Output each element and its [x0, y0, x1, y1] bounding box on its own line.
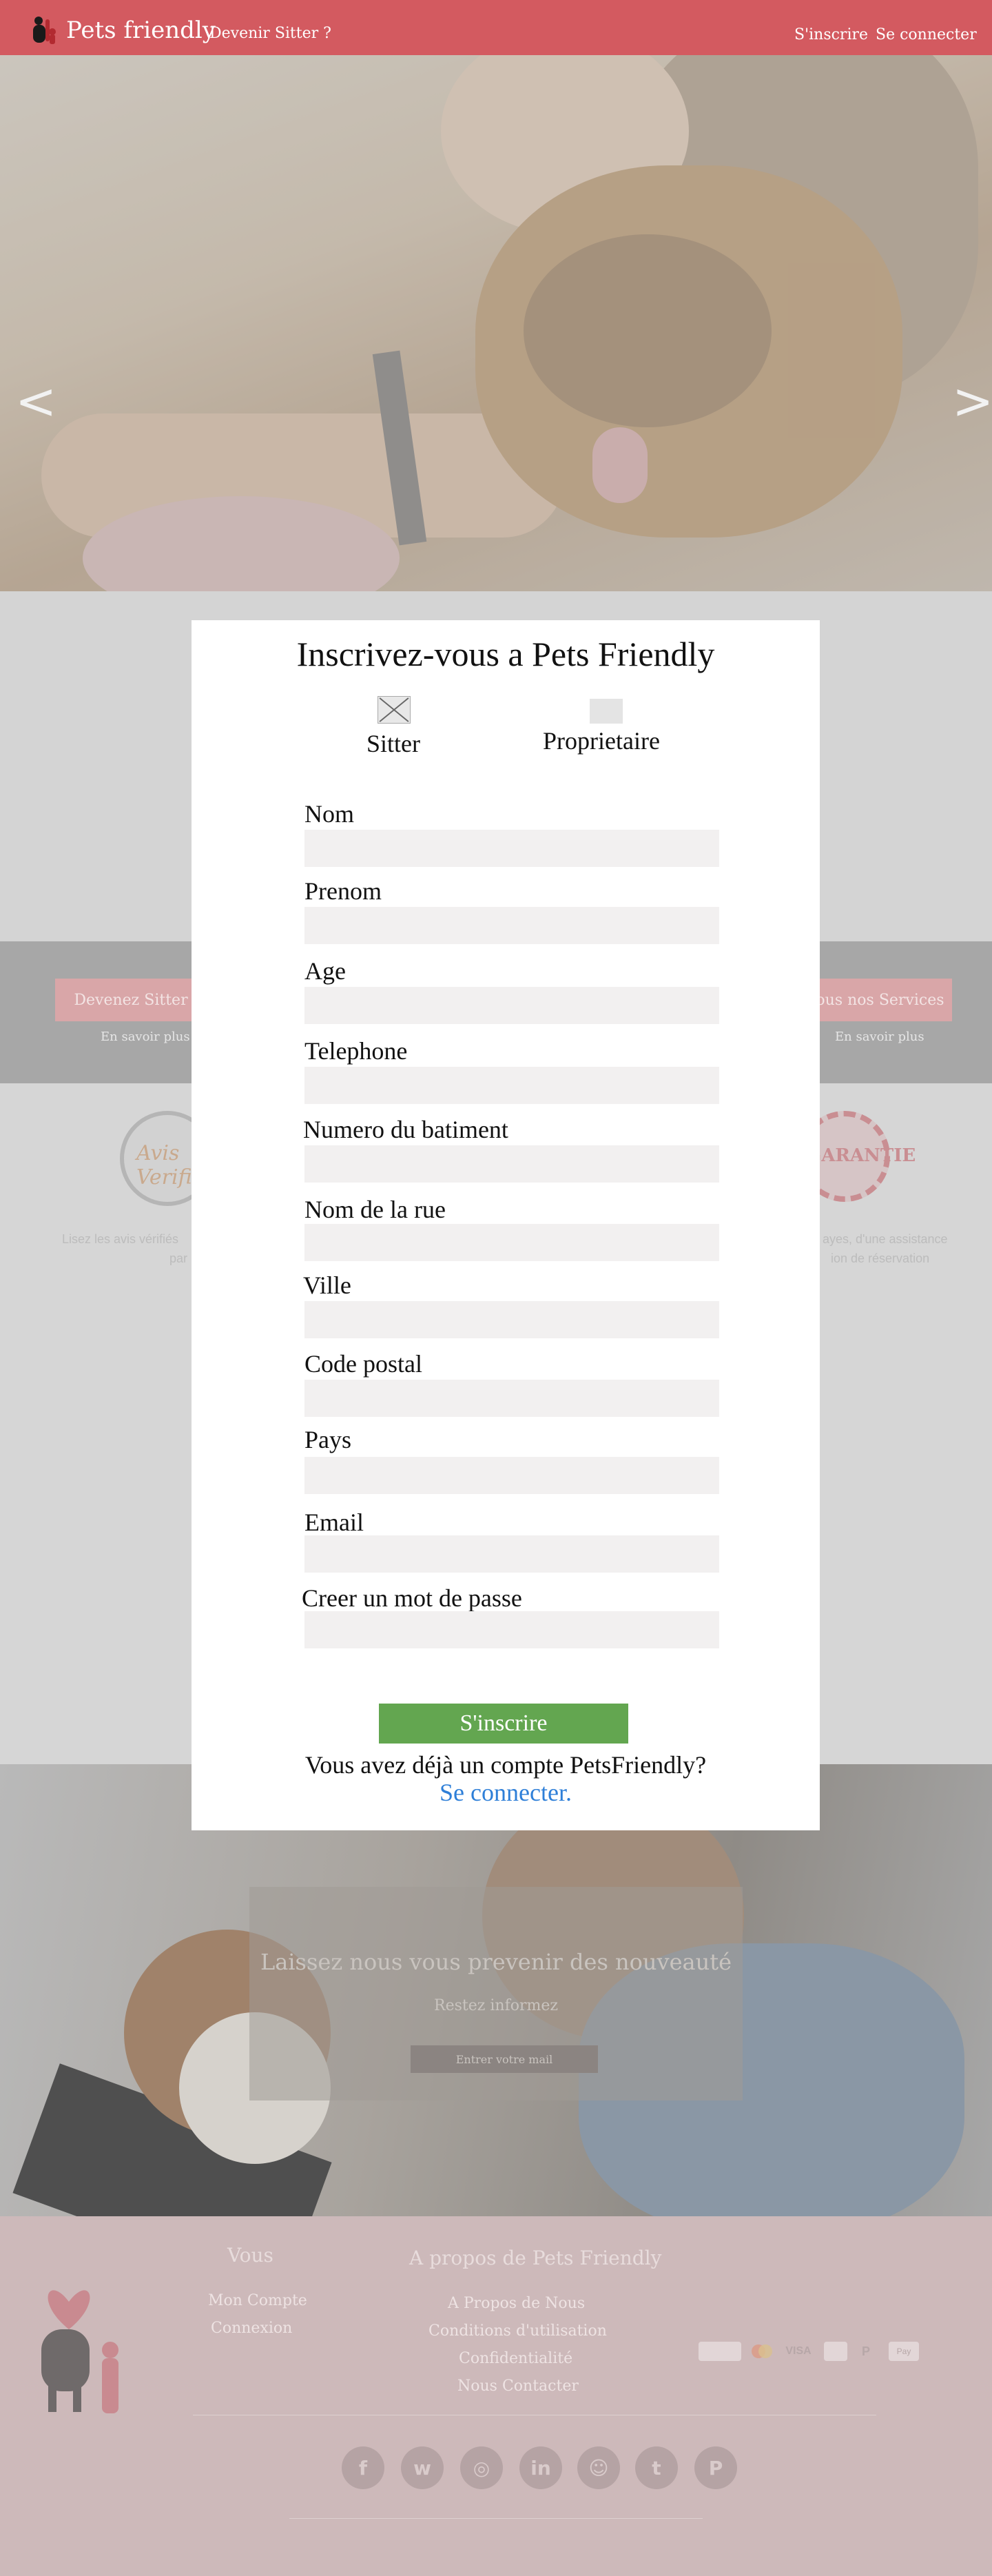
sitter-checkbox[interactable]	[378, 696, 411, 724]
newsletter-email-input[interactable]: Entrer votre mail	[411, 2045, 598, 2073]
signup-link[interactable]: S'inscrire	[794, 26, 868, 43]
email-label: Email	[304, 1509, 364, 1536]
signup-modal: Inscrivez-vous a Pets Friendly Sitter Pr…	[192, 620, 820, 1830]
password-input[interactable]	[304, 1611, 719, 1648]
become-sitter-button[interactable]: Devenez Sitter	[55, 979, 207, 1021]
footer	[0, 2216, 992, 2576]
visa-icon: VISA	[785, 2345, 812, 2357]
owner-checkbox[interactable]	[590, 699, 623, 724]
email-input[interactable]	[304, 1535, 719, 1573]
footer-link-privacy[interactable]: Confidentialité	[459, 2350, 572, 2367]
age-label: Age	[304, 957, 346, 985]
footer-link-about[interactable]: A Propos de Nous	[448, 2295, 585, 2312]
newsletter-subtitle: Restez informez	[434, 1997, 558, 2014]
mastercard-icon	[748, 2342, 776, 2361]
carousel-prev-arrow[interactable]: <	[15, 372, 56, 430]
telephone-input[interactable]	[304, 1067, 719, 1104]
reviews-text-line-2: par	[169, 1251, 188, 1265]
city-input[interactable]	[304, 1301, 719, 1338]
footer-link-contact[interactable]: Nous Contacter	[457, 2378, 579, 2395]
paypal-icon: P	[861, 2344, 870, 2358]
apple-pay-icon: Pay	[889, 2342, 919, 2361]
street-input[interactable]	[304, 1224, 719, 1261]
footer-about-title: A propos de Pets Friendly	[409, 2247, 662, 2269]
linkedin-icon[interactable]: in	[519, 2446, 562, 2489]
hero-overlay	[0, 55, 992, 591]
age-input[interactable]	[304, 987, 719, 1024]
country-input[interactable]	[304, 1457, 719, 1494]
reviews-text-line-1: Lisez les avis vérifiés	[62, 1232, 179, 1246]
nom-input[interactable]	[304, 830, 719, 867]
services-more-link[interactable]: En savoir plus	[835, 1030, 924, 1044]
checked-cross-icon	[379, 697, 409, 722]
guarantee-text-line-1: ayes, d'une assistance	[823, 1232, 948, 1246]
snapchat-icon[interactable]: ☺	[577, 2446, 620, 2489]
carousel-next-arrow[interactable]: >	[952, 372, 992, 430]
whatsapp-icon[interactable]: w	[401, 2446, 444, 2489]
footer-link-terms[interactable]: Conditions d'utilisation	[428, 2322, 607, 2340]
paypal-card-icon	[699, 2342, 741, 2361]
footer-divider-bottom	[289, 2518, 703, 2519]
guarantee-text-line-2: ion de réservation	[831, 1251, 930, 1265]
instagram-icon[interactable]: ◎	[460, 2446, 503, 2489]
password-label: Creer un mot de passe	[302, 1584, 522, 1612]
telephone-label: Telephone	[304, 1037, 408, 1065]
pinterest-icon[interactable]: P	[694, 2446, 737, 2489]
facebook-icon[interactable]: f	[342, 2446, 384, 2489]
become-sitter-more-link[interactable]: En savoir plus	[101, 1030, 190, 1044]
modal-title: Inscrivez-vous a Pets Friendly	[296, 635, 715, 673]
footer-link-my-account[interactable]: Mon Compte	[208, 2292, 307, 2309]
modal-login-link[interactable]: Se connecter.	[192, 1778, 820, 1807]
login-link[interactable]: Se connecter	[876, 26, 977, 43]
building-number-label: Numero du batiment	[303, 1116, 508, 1143]
signup-submit-button[interactable]: S'inscrire	[379, 1704, 628, 1744]
services-button[interactable]: Tous nos Services	[799, 979, 952, 1021]
footer-you-title: Vous	[227, 2244, 273, 2267]
country-label: Pays	[304, 1426, 352, 1453]
owner-label[interactable]: Proprietaire	[543, 726, 660, 755]
newsletter-title: Laissez nous vous prevenir des nouveauté	[260, 1949, 732, 1975]
postal-code-label: Code postal	[304, 1350, 422, 1378]
city-label: Ville	[303, 1271, 351, 1299]
brand-name[interactable]: Pets friendly	[66, 17, 216, 44]
footer-link-login[interactable]: Connexion	[211, 2320, 292, 2337]
twitter-icon[interactable]: t	[635, 2446, 678, 2489]
become-sitter-link[interactable]: Devenir Sitter ?	[209, 25, 331, 42]
footer-logo-icon	[41, 2290, 118, 2413]
top-navbar: Pets friendly Devenir Sitter ? S'inscrir…	[0, 0, 992, 55]
pet-logo-icon[interactable]	[25, 14, 61, 50]
hero-carousel: < >	[0, 55, 992, 591]
already-account-text: Vous avez déjà un compte PetsFriendly?	[304, 1751, 707, 1779]
amex-icon	[824, 2342, 847, 2361]
prenom-label: Prenom	[304, 877, 382, 905]
guarantee-badge-text: GARANTIE	[806, 1145, 916, 1166]
sitter-label[interactable]: Sitter	[366, 729, 420, 758]
prenom-input[interactable]	[304, 907, 719, 944]
nom-label: Nom	[304, 800, 354, 828]
building-number-input[interactable]	[304, 1145, 719, 1183]
street-label: Nom de la rue	[304, 1196, 446, 1223]
postal-code-input[interactable]	[304, 1380, 719, 1417]
